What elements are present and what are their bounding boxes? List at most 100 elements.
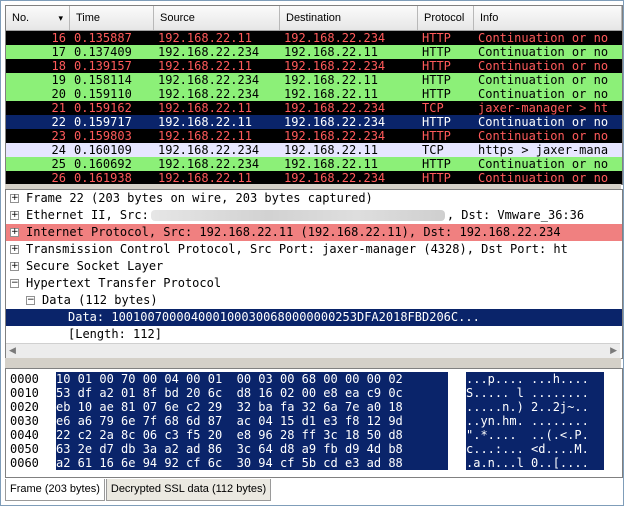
packet-info: Continuation or no	[478, 87, 609, 101]
detail-tree-item[interactable]: − Hypertext Transfer Protocol	[6, 275, 622, 292]
column-header-label: Protocol	[424, 12, 465, 24]
packet-destination: 192.168.22.234	[284, 129, 386, 143]
packet-row[interactable]: 24 0.160109 192.168.22.234 192.168.22.11 TCP…	[6, 143, 622, 157]
packet-destination: 192.168.22.11	[284, 45, 378, 59]
tab-frame[interactable]: Frame (203 bytes)	[5, 479, 105, 501]
packet-source: 192.168.22.11	[158, 129, 252, 143]
hex-bytes[interactable]: e6 a6 79 6e 7f 68 6d 87 ac 04 15 d1 e3 f…	[56, 414, 448, 428]
column-header-protocol[interactable]: Protocol	[418, 6, 474, 30]
column-header-time[interactable]: Time	[70, 6, 154, 30]
packet-time: 0.159110	[74, 87, 132, 101]
packet-row[interactable]: 18 0.139157 192.168.22.11 192.168.22.234 HTT…	[6, 59, 622, 73]
collapse-icon[interactable]: −	[10, 279, 19, 288]
packet-protocol: HTTP	[422, 87, 451, 101]
packet-bytes-pane[interactable]: 0000 10 01 00 70 00 04 00 01 00 03 00 68 …	[5, 368, 623, 478]
column-header-destination[interactable]: Destination	[280, 6, 418, 30]
detail-tree-item[interactable]: + Ethernet II, Src:, Dst: Vmware_36:36	[6, 207, 622, 224]
detail-tree-item[interactable]: [Length: 112]	[6, 326, 622, 343]
hex-bytes[interactable]: 63 2e d7 db 3a a2 ad 86 3c 64 d8 a9 fb d…	[56, 442, 448, 456]
packet-source: 192.168.22.11	[158, 31, 252, 45]
packet-info: Continuation or no	[478, 171, 609, 185]
packet-details-pane[interactable]: + Frame 22 (203 bytes on wire, 203 bytes …	[5, 189, 623, 359]
packet-info: Continuation or no	[478, 73, 609, 87]
detail-tree-label: Data (112 bytes)	[42, 293, 158, 307]
packet-no: 16	[51, 31, 66, 45]
packet-source: 192.168.22.234	[158, 45, 260, 59]
packet-protocol: HTTP	[422, 31, 451, 45]
packet-info: https > jaxer-mana	[478, 143, 609, 157]
expand-icon[interactable]: +	[10, 262, 19, 271]
scroll-right-icon[interactable]: ▶	[610, 346, 617, 356]
packet-time: 0.161938	[74, 171, 132, 185]
packet-row[interactable]: 21 0.159162 192.168.22.11 192.168.22.234 TCP…	[6, 101, 622, 115]
expand-icon[interactable]: +	[10, 228, 19, 237]
detail-tree-item[interactable]: Data: 1001007000040001000300680000000253…	[6, 309, 622, 326]
hex-ascii[interactable]: c...:... <d....M.	[466, 442, 604, 456]
hex-ascii[interactable]: ...p.... ...h....	[466, 372, 604, 386]
hex-ascii[interactable]: ..yn.hm. ........	[466, 414, 604, 428]
packet-source: 192.168.22.234	[158, 157, 260, 171]
packet-info: jaxer-manager > ht	[478, 101, 609, 115]
hex-bytes[interactable]: eb 10 ae 81 07 6e c2 29 32 ba fa 32 6a 7…	[56, 400, 448, 414]
packet-source: 192.168.22.11	[158, 59, 252, 73]
scroll-left-icon[interactable]: ◀	[9, 346, 16, 356]
packet-no: 24	[51, 143, 66, 157]
packet-list-header: No. ▾ Time Source Destination Protocol Info	[6, 6, 622, 31]
column-header-label: Info	[480, 12, 499, 24]
packet-info: Continuation or no	[478, 129, 609, 143]
expand-icon[interactable]: +	[10, 245, 19, 254]
packet-row[interactable]: 22 0.159717 192.168.22.11 192.168.22.234 HTT…	[6, 115, 622, 129]
tab-decrypted-ssl[interactable]: Decrypted SSL data (112 bytes)	[105, 479, 272, 501]
packet-no: 21	[51, 101, 66, 115]
hex-bytes[interactable]: 22 c2 2a 8c 06 c3 f5 20 e8 96 28 ff 3c 1…	[56, 428, 448, 442]
hex-offset: 0010	[10, 386, 39, 400]
packet-list[interactable]: No. ▾ Time Source Destination Protocol Info 16…	[5, 5, 623, 185]
packet-row[interactable]: 23 0.159803 192.168.22.11 192.168.22.234 HTT…	[6, 129, 622, 143]
packet-protocol: HTTP	[422, 45, 451, 59]
hex-ascii[interactable]: ".*.... ..(.<.P.	[466, 428, 604, 442]
collapse-icon[interactable]: −	[26, 296, 35, 305]
expand-icon[interactable]: +	[10, 194, 19, 203]
packet-destination: 192.168.22.11	[284, 143, 378, 157]
hex-bytes[interactable]: 10 01 00 70 00 04 00 01 00 03 00 68 00 0…	[56, 372, 448, 386]
packet-no: 18	[51, 59, 66, 73]
hex-ascii[interactable]: S..... l ........	[466, 386, 604, 400]
packet-row[interactable]: 19 0.158114 192.168.22.234 192.168.22.11 HTT…	[6, 73, 622, 87]
packet-row[interactable]: 25 0.160692 192.168.22.234 192.168.22.11 HTT…	[6, 157, 622, 171]
expand-icon[interactable]: +	[10, 211, 19, 220]
packet-no: 17	[51, 45, 66, 59]
packet-row[interactable]: 16 0.135887 192.168.22.11 192.168.22.234 HTT…	[6, 31, 622, 45]
packet-no: 19	[51, 73, 66, 87]
pane-splitter-bottom[interactable]	[5, 358, 621, 368]
hex-bytes[interactable]: a2 61 16 6e 94 92 cf 6c 30 94 cf 5b cd e…	[56, 456, 448, 470]
packet-protocol: HTTP	[422, 59, 451, 73]
column-header-label: Source	[160, 12, 195, 24]
hex-ascii[interactable]: .a.n...l 0..[....	[466, 456, 604, 470]
packet-destination: 192.168.22.234	[284, 115, 386, 129]
packet-time: 0.158114	[74, 73, 132, 87]
detail-tree-item[interactable]: + Internet Protocol, Src: 192.168.22.11 (…	[6, 224, 622, 241]
packet-row[interactable]: 17 0.137409 192.168.22.234 192.168.22.11 HTT…	[6, 45, 622, 59]
detail-tree-item[interactable]: + Frame 22 (203 bytes on wire, 203 bytes …	[6, 190, 622, 207]
packet-time: 0.159717	[74, 115, 132, 129]
packet-row[interactable]: 20 0.159110 192.168.22.234 192.168.22.11 HTT…	[6, 87, 622, 101]
packet-time: 0.135887	[74, 31, 132, 45]
packet-row[interactable]: 26 0.161938 192.168.22.11 192.168.22.234 HTT…	[6, 171, 622, 185]
details-horizontal-scrollbar[interactable]: ◀ ▶	[6, 343, 620, 358]
packet-destination: 192.168.22.234	[284, 101, 386, 115]
column-header-info[interactable]: Info	[474, 6, 622, 30]
hex-ascii[interactable]: .....n.) 2..2j~..	[466, 400, 604, 414]
packet-destination: 192.168.22.234	[284, 59, 386, 73]
detail-tree-item[interactable]: + Transmission Control Protocol, Src Port…	[6, 241, 622, 258]
packet-source: 192.168.22.234	[158, 73, 260, 87]
details-tree: + Frame 22 (203 bytes on wire, 203 bytes …	[6, 190, 622, 343]
hex-bytes[interactable]: 53 df a2 01 8f bd 20 6c d8 16 02 00 e8 e…	[56, 386, 448, 400]
packet-protocol: HTTP	[422, 73, 451, 87]
packet-no: 25	[51, 157, 66, 171]
detail-tree-item[interactable]: + Secure Socket Layer	[6, 258, 622, 275]
column-header-source[interactable]: Source	[154, 6, 280, 30]
packet-no: 22	[51, 115, 66, 129]
detail-tree-item[interactable]: − Data (112 bytes)	[6, 292, 622, 309]
column-header-no[interactable]: No. ▾	[6, 6, 70, 30]
packet-time: 0.160109	[74, 143, 132, 157]
